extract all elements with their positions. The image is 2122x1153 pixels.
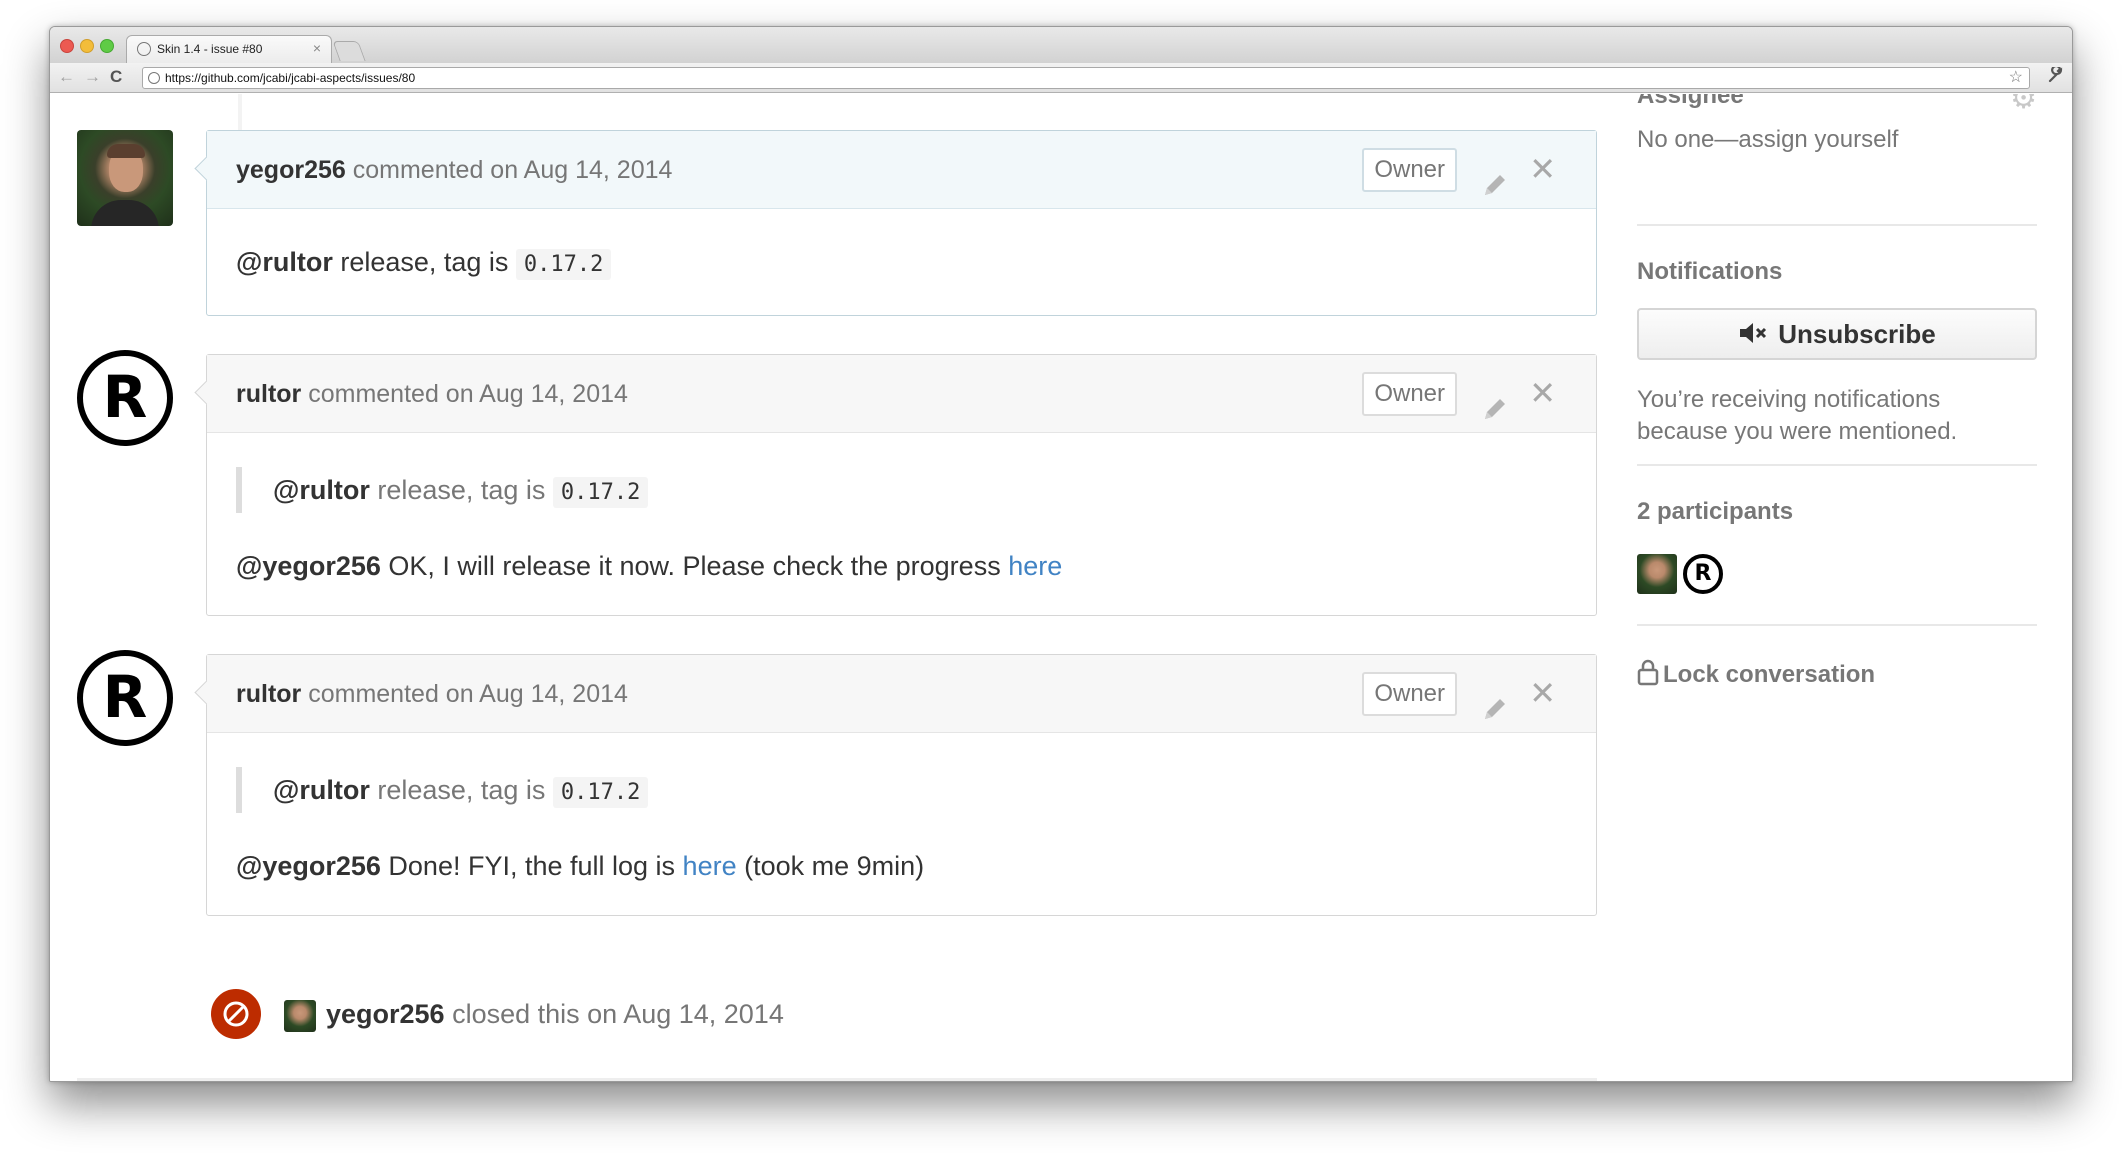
comment-meta: commented on Aug 14, 2014 xyxy=(301,380,628,408)
close-window-button[interactable] xyxy=(60,39,74,53)
log-link[interactable]: here xyxy=(683,851,737,881)
closed-event-text: yegor256 closed this on Aug 14, 2014 xyxy=(326,986,784,1042)
mention[interactable]: @yegor256 xyxy=(236,851,381,881)
unsubscribe-button[interactable]: Unsubscribe xyxy=(1637,308,2037,360)
divider xyxy=(1637,224,2037,226)
delete-close-icon[interactable]: ✕ xyxy=(1529,673,1556,713)
divider xyxy=(1637,464,2037,466)
owner-badge: Owner xyxy=(1362,148,1457,192)
timeline-connector xyxy=(238,94,242,130)
back-arrow-icon[interactable]: ← xyxy=(58,67,75,87)
comment-author[interactable]: rultor xyxy=(236,380,301,408)
code-span: 0.17.2 xyxy=(552,477,649,508)
comment-author[interactable]: rultor xyxy=(236,680,301,708)
comment-header: rultor commented on Aug 14, 2014 Owner ✕ xyxy=(207,355,1596,433)
mention[interactable]: @yegor256 xyxy=(236,551,381,581)
participant-avatar-yegor256[interactable] xyxy=(1637,554,1677,594)
notification-reason: You’re receiving notifications because y… xyxy=(1637,384,1957,448)
unsubscribe-label: Unsubscribe xyxy=(1778,319,1936,349)
rultor-logo-icon: R xyxy=(102,662,148,731)
mention[interactable]: @rultor xyxy=(273,775,370,805)
url-text[interactable]: https://github.com/jcabi/jcabi-aspects/i… xyxy=(165,68,415,88)
rultor-logo-icon: R xyxy=(102,362,148,431)
edit-pencil-icon[interactable] xyxy=(1480,377,1510,419)
quote-text: release, tag is xyxy=(369,475,553,505)
comment-author[interactable]: yegor256 xyxy=(236,156,346,184)
quote-text: release, tag is xyxy=(369,775,553,805)
forward-arrow-icon[interactable]: → xyxy=(84,67,101,87)
comment-meta: commented on Aug 14, 2014 xyxy=(345,156,673,184)
closed-badge xyxy=(208,986,264,1042)
mention[interactable]: @rultor xyxy=(236,247,333,277)
address-bar[interactable]: https://github.com/jcabi/jcabi-aspects/i… xyxy=(142,67,2030,89)
avatar-rultor[interactable]: R xyxy=(77,350,173,446)
browser-titlebar: Skin 1.4 - issue #80 × xyxy=(50,27,2072,63)
new-tab-button[interactable] xyxy=(332,41,366,61)
delete-close-icon[interactable]: ✕ xyxy=(1529,373,1556,413)
notification-reason-line: because you were mentioned. xyxy=(1637,418,1958,445)
mute-icon xyxy=(1738,312,1770,360)
event-text: closed this on Aug 14, 2014 xyxy=(444,999,784,1029)
edit-pencil-icon[interactable] xyxy=(1480,677,1510,719)
lock-label: Lock conversation xyxy=(1663,660,1876,688)
comment-header: rultor commented on Aug 14, 2014 Owner ✕ xyxy=(207,655,1596,733)
comment: rultor commented on Aug 14, 2014 Owner ✕… xyxy=(206,654,1597,916)
page-info-icon[interactable] xyxy=(148,72,160,84)
zoom-window-button[interactable] xyxy=(100,39,114,53)
participants-heading: 2 participants xyxy=(1637,498,1794,525)
github-favicon-icon xyxy=(137,42,151,56)
avatar-yegor256-small[interactable] xyxy=(284,1000,316,1032)
avatar-rultor[interactable]: R xyxy=(77,650,173,746)
comment-header: yegor256 commented on Aug 14, 2014 Owner… xyxy=(207,131,1596,209)
event-author[interactable]: yegor256 xyxy=(326,999,445,1029)
progress-link[interactable]: here xyxy=(1008,551,1062,581)
owner-badge: Owner xyxy=(1362,672,1457,716)
code-span: 0.17.2 xyxy=(552,777,649,808)
comment-body: @rultor release, tag is 0.17.2 @yegor256… xyxy=(207,767,1596,889)
mention[interactable]: @rultor xyxy=(273,475,370,505)
reload-icon[interactable]: C xyxy=(110,67,122,87)
wrench-menu-icon[interactable] xyxy=(2048,65,2064,87)
comment: rultor commented on Aug 14, 2014 Owner ✕… xyxy=(206,354,1597,616)
minimize-window-button[interactable] xyxy=(80,39,94,53)
participant-avatar-rultor[interactable]: R xyxy=(1683,554,1723,594)
comment-text-after: (took me 9min) xyxy=(736,851,925,881)
avatar-yegor256[interactable] xyxy=(77,130,173,226)
browser-toolbar: ← → C https://github.com/jcabi/jcabi-asp… xyxy=(50,63,2072,93)
assign-yourself-link[interactable]: No one—assign yourself xyxy=(1637,126,1898,154)
lock-conversation-link[interactable]: Lock conversation xyxy=(1637,658,1875,693)
delete-close-icon[interactable]: ✕ xyxy=(1529,149,1556,189)
comment-text: release, tag is xyxy=(332,247,516,277)
assignee-heading: Assignee xyxy=(1637,94,1744,109)
issue-page: yegor256 commented on Aug 14, 2014 Owner… xyxy=(50,94,2072,1081)
blockquote: @rultor release, tag is 0.17.2 xyxy=(236,467,1567,513)
bookmark-star-icon[interactable]: ☆ xyxy=(2009,68,2023,88)
comment-meta: commented on Aug 14, 2014 xyxy=(301,680,628,708)
tab-close-icon[interactable]: × xyxy=(313,40,321,56)
comment-text: OK, I will release it now. Please check … xyxy=(380,551,1009,581)
browser-window: Skin 1.4 - issue #80 × ← → C https://git… xyxy=(49,26,2073,1082)
discussion-bottom-divider xyxy=(77,1078,1597,1081)
lock-icon xyxy=(1637,658,1659,693)
owner-badge: Owner xyxy=(1362,372,1457,416)
tab-title: Skin 1.4 - issue #80 xyxy=(157,42,263,56)
comment-body: @rultor release, tag is 0.17.2 xyxy=(207,209,1596,288)
divider xyxy=(1637,624,2037,626)
notifications-heading: Notifications xyxy=(1637,258,1783,285)
comment-body: @rultor release, tag is 0.17.2 @yegor256… xyxy=(207,467,1596,589)
comment: yegor256 commented on Aug 14, 2014 Owner… xyxy=(206,130,1597,316)
circle-slash-icon xyxy=(223,1001,249,1027)
notification-reason-line: You’re receiving notifications xyxy=(1637,386,1941,413)
browser-tab[interactable]: Skin 1.4 - issue #80 × xyxy=(126,35,332,63)
code-span: 0.17.2 xyxy=(515,249,612,280)
blockquote: @rultor release, tag is 0.17.2 xyxy=(236,767,1567,813)
comment-text: Done! FYI, the full log is xyxy=(380,851,683,881)
edit-pencil-icon[interactable] xyxy=(1480,153,1510,195)
gear-icon[interactable]: ⚙ xyxy=(2010,94,2037,114)
